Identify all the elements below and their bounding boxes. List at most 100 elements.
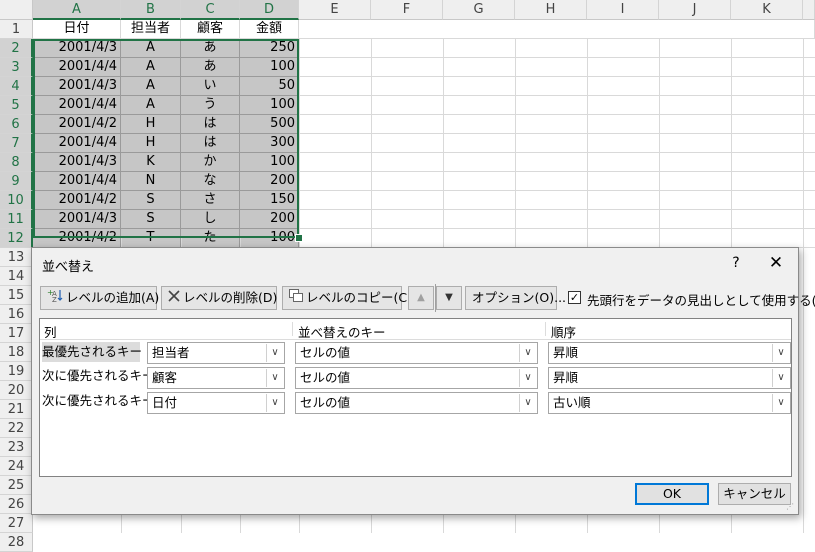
move-down-button[interactable]: ▼ xyxy=(436,286,462,310)
column-header-j[interactable]: J xyxy=(659,0,731,20)
copy-level-label: レベルのコピー(C) xyxy=(306,290,412,305)
add-level-label: レベルの追加(A) xyxy=(66,290,160,305)
ok-button[interactable]: OK xyxy=(635,483,709,505)
column-header-c[interactable]: C xyxy=(181,0,240,20)
row-header-20[interactable]: 20 xyxy=(0,381,33,400)
sort-key-value: セルの値 xyxy=(300,395,351,410)
chevron-down-icon: ∨ xyxy=(266,369,283,387)
svg-text:Z: Z xyxy=(52,296,57,302)
row-header-4[interactable]: 4 xyxy=(0,77,33,96)
row-header-1[interactable]: 1 xyxy=(0,20,33,39)
help-button[interactable]: ? xyxy=(726,253,746,273)
sort-column-value: 日付 xyxy=(152,395,178,410)
copy-icon xyxy=(289,287,303,309)
sort-column-select[interactable]: 担当者 ∨ xyxy=(147,342,285,364)
row-header-28[interactable]: 28 xyxy=(0,533,33,552)
fill-handle[interactable] xyxy=(295,234,303,242)
move-up-button[interactable]: ▲ xyxy=(408,286,434,310)
copy-level-button[interactable]: レベルのコピー(C) xyxy=(282,286,412,310)
column-header-l[interactable] xyxy=(803,0,815,20)
row-header-5[interactable]: 5 xyxy=(0,96,33,115)
add-level-button[interactable]: + A Z レベルの追加(A) xyxy=(40,286,160,310)
level-label[interactable]: 次に優先されるキー xyxy=(42,391,155,411)
row-header-10[interactable]: 10 xyxy=(0,191,33,210)
grid-divider xyxy=(545,322,546,336)
sort-key-select[interactable]: セルの値 ∨ xyxy=(295,367,538,389)
row-header-25[interactable]: 25 xyxy=(0,476,33,495)
delete-level-label: レベルの削除(D) xyxy=(183,290,278,305)
sort-order-select[interactable]: 昇順 ∨ xyxy=(548,367,791,389)
row-header-21[interactable]: 21 xyxy=(0,400,33,419)
sort-order-value: 昇順 xyxy=(553,345,579,360)
row-header-18[interactable]: 18 xyxy=(0,343,33,362)
header-cell-person[interactable]: 担当者 xyxy=(121,20,181,39)
resize-grip-icon[interactable]: ⋰ xyxy=(786,502,796,512)
row-header-9[interactable]: 9 xyxy=(0,172,33,191)
chevron-down-icon: ∨ xyxy=(519,394,536,412)
header-cell-date[interactable]: 日付 xyxy=(33,20,121,39)
empty-cells[interactable] xyxy=(299,20,815,39)
sort-column-select[interactable]: 日付 ∨ xyxy=(147,392,285,414)
sort-dialog: 並べ替え ? ✕ + A Z レベルの追加(A) レベルの削除(D) レベルのコピー… xyxy=(31,247,815,515)
sort-order-select[interactable]: 古い順 ∨ xyxy=(548,392,791,414)
row-header-15[interactable]: 15 xyxy=(0,286,33,305)
row-header-7[interactable]: 7 xyxy=(0,134,33,153)
close-button[interactable]: ✕ xyxy=(766,253,786,273)
sort-order-value: 昇順 xyxy=(553,370,579,385)
chevron-down-icon: ∨ xyxy=(772,344,789,362)
row-header-16[interactable]: 16 xyxy=(0,305,33,324)
column-header-i[interactable]: I xyxy=(587,0,659,20)
row-header-14[interactable]: 14 xyxy=(0,267,33,286)
chevron-down-icon: ∨ xyxy=(266,394,283,412)
column-header-a[interactable]: A xyxy=(33,0,121,20)
sort-levels-grid: 列 並べ替えのキー 順序 最優先されるキー 担当者 ∨ セルの値 ∨ 昇順 ∨ 次に優… xyxy=(39,318,792,477)
row-header-19[interactable]: 19 xyxy=(0,362,33,381)
row-header-2[interactable]: 2 xyxy=(0,39,33,58)
cancel-button[interactable]: キャンセル xyxy=(718,483,791,505)
column-header-d[interactable]: D xyxy=(240,0,299,20)
sort-key-value: セルの値 xyxy=(300,345,351,360)
level-label[interactable]: 次に優先されるキー xyxy=(42,366,155,386)
grid-header-line xyxy=(40,339,791,340)
row-header-23[interactable]: 23 xyxy=(0,438,33,457)
chevron-down-icon: ∨ xyxy=(519,369,536,387)
row-header-26[interactable]: 26 xyxy=(0,495,33,514)
chevron-down-icon: ∨ xyxy=(519,344,536,362)
dialog-title: 並べ替え xyxy=(42,260,95,275)
row-header-8[interactable]: 8 xyxy=(0,153,33,172)
sort-key-select[interactable]: セルの値 ∨ xyxy=(295,392,538,414)
chevron-down-icon: ∨ xyxy=(266,344,283,362)
header-cell-customer[interactable]: 顧客 xyxy=(181,20,240,39)
column-header-h[interactable]: H xyxy=(515,0,587,20)
sort-order-select[interactable]: 昇順 ∨ xyxy=(548,342,791,364)
sort-column-value: 担当者 xyxy=(152,345,190,360)
column-header-g[interactable]: G xyxy=(443,0,515,20)
sort-key-value: セルの値 xyxy=(300,370,351,385)
row-header-13[interactable]: 13 xyxy=(0,248,33,267)
select-all-corner[interactable] xyxy=(0,0,33,20)
column-header-b[interactable]: B xyxy=(121,0,181,20)
row-header-22[interactable]: 22 xyxy=(0,419,33,438)
row-header-3[interactable]: 3 xyxy=(0,58,33,77)
column-header-e[interactable]: E xyxy=(299,0,371,20)
sort-column-select[interactable]: 顧客 ∨ xyxy=(147,367,285,389)
row-header-6[interactable]: 6 xyxy=(0,115,33,134)
row-header-17[interactable]: 17 xyxy=(0,324,33,343)
options-button[interactable]: オプション(O)... xyxy=(465,286,566,310)
sort-key-select[interactable]: セルの値 ∨ xyxy=(295,342,538,364)
header-row-checkbox-label[interactable]: 先頭行をデータの見出しとして使用する(H) xyxy=(587,290,815,309)
sort-order-value: 古い順 xyxy=(553,395,591,410)
delete-level-button[interactable]: レベルの削除(D) xyxy=(161,286,277,310)
row-header-12[interactable]: 12 xyxy=(0,229,33,248)
chevron-down-icon: ∨ xyxy=(772,369,789,387)
row-header-27[interactable]: 27 xyxy=(0,514,33,533)
move-up-icon: ▲ xyxy=(417,292,425,303)
column-header-k[interactable]: K xyxy=(731,0,803,20)
row-header-11[interactable]: 11 xyxy=(0,210,33,229)
level-label[interactable]: 最優先されるキー xyxy=(42,342,142,362)
header-cell-amount[interactable]: 金額 xyxy=(240,20,299,39)
row-header-24[interactable]: 24 xyxy=(0,457,33,476)
column-header-f[interactable]: F xyxy=(371,0,443,20)
grid-divider xyxy=(292,322,293,336)
header-row-checkbox[interactable]: ✓ xyxy=(568,291,581,304)
